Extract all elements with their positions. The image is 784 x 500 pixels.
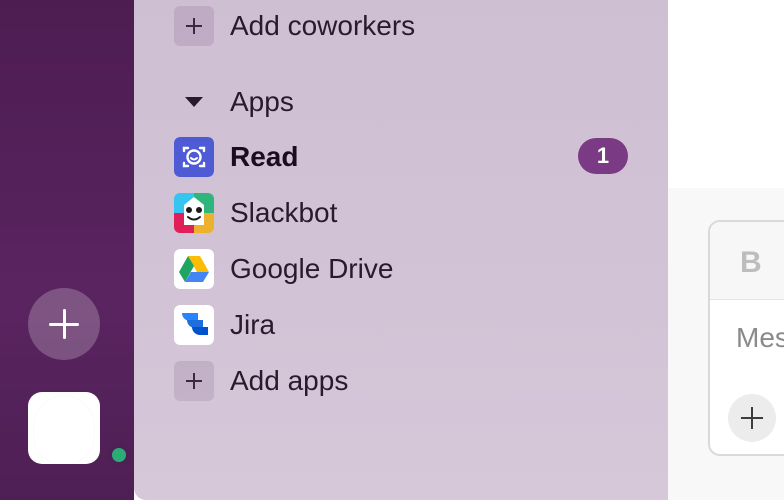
attach-button[interactable] (728, 394, 776, 442)
add-apps-item[interactable]: Add apps (174, 359, 348, 403)
unread-badge: 1 (578, 138, 628, 174)
google-drive-icon (174, 249, 214, 289)
slackbot-icon (174, 193, 214, 233)
sidebar-item-label: Read (230, 141, 299, 172)
workspace-rail (0, 0, 134, 500)
sidebar-item-label: Google Drive (230, 253, 394, 284)
main-header-area (668, 0, 784, 188)
sidebar-item-read[interactable]: Read (174, 135, 298, 179)
add-coworkers-label: Add coworkers (230, 10, 416, 41)
message-composer[interactable]: B Mes (708, 220, 784, 456)
plus-icon (174, 6, 214, 46)
apps-section-label: Apps (230, 86, 294, 117)
avatar-image (34, 396, 94, 464)
plus-icon (174, 361, 214, 401)
sidebar-item-google-drive[interactable]: Google Drive (174, 247, 393, 291)
bold-button[interactable]: B (740, 246, 762, 280)
add-workspace-button[interactable] (28, 288, 100, 360)
sidebar-item-label: Jira (230, 309, 276, 340)
apps-section-header[interactable]: Apps (174, 80, 294, 124)
caret-down-icon (174, 82, 214, 122)
read-app-icon (174, 137, 214, 177)
sidebar-item-label: Slackbot (230, 197, 338, 228)
sidebar-item-jira[interactable]: Jira (174, 303, 275, 347)
plus-icon (741, 407, 763, 429)
sidebar-item-slackbot[interactable]: Slackbot (174, 191, 337, 235)
plus-icon (49, 309, 79, 339)
presence-status-icon (108, 444, 130, 466)
jira-icon (174, 305, 214, 345)
user-avatar[interactable] (28, 392, 130, 466)
message-input[interactable]: Mes (736, 322, 784, 354)
add-coworkers-item[interactable]: Add coworkers (174, 4, 415, 48)
add-apps-label: Add apps (230, 365, 349, 396)
channel-sidebar: Add coworkers Apps Read 1 Slackbot Googl… (134, 0, 668, 500)
